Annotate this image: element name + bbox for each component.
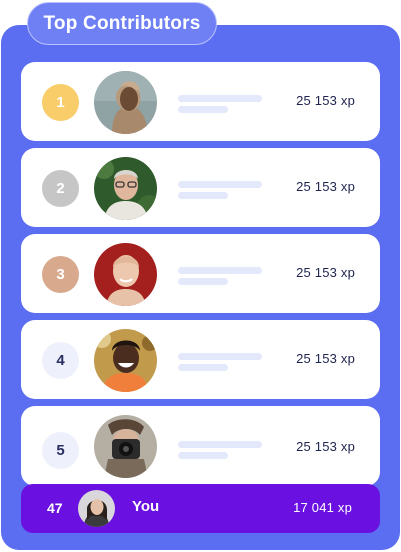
current-user-row[interactable]: 47 You 17 041 xp bbox=[21, 484, 380, 533]
name-placeholder-bar bbox=[178, 95, 262, 102]
rank-badge-gold: 1 bbox=[42, 84, 79, 121]
name-placeholder-bar bbox=[178, 441, 262, 448]
name-placeholder-bar bbox=[178, 181, 262, 188]
leaderboard-title: Top Contributors bbox=[27, 2, 217, 45]
leaderboard-row[interactable]: 3 25 153 xp bbox=[21, 234, 380, 313]
subtitle-placeholder-bar bbox=[178, 364, 228, 371]
user-avatar-icon bbox=[94, 415, 157, 478]
xp-value: 25 153 xp bbox=[296, 265, 355, 280]
subtitle-placeholder-bar bbox=[178, 278, 228, 285]
current-user-xp: 17 041 xp bbox=[293, 500, 352, 515]
leaderboard-row[interactable]: 4 25 153 xp bbox=[21, 320, 380, 399]
rank-badge: 5 bbox=[42, 432, 79, 469]
user-avatar-icon bbox=[78, 490, 115, 527]
name-placeholder-bar bbox=[178, 267, 262, 274]
user-avatar-icon bbox=[94, 329, 157, 392]
top-contributors-widget: Top Contributors 1 25 153 xp 2 25 153 xp… bbox=[0, 0, 401, 552]
xp-value: 25 153 xp bbox=[296, 439, 355, 454]
user-avatar-icon bbox=[94, 243, 157, 306]
subtitle-placeholder-bar bbox=[178, 192, 228, 199]
leaderboard-row[interactable]: 2 25 153 xp bbox=[21, 148, 380, 227]
xp-value: 25 153 xp bbox=[296, 93, 355, 108]
rank-badge-bronze: 3 bbox=[42, 256, 79, 293]
current-user-name: You bbox=[132, 498, 160, 515]
rank-badge: 4 bbox=[42, 342, 79, 379]
user-avatar-icon bbox=[94, 157, 157, 220]
subtitle-placeholder-bar bbox=[178, 452, 228, 459]
subtitle-placeholder-bar bbox=[178, 106, 228, 113]
leaderboard-row[interactable]: 1 25 153 xp bbox=[21, 62, 380, 141]
rank-badge-silver: 2 bbox=[42, 170, 79, 207]
xp-value: 25 153 xp bbox=[296, 179, 355, 194]
leaderboard-row[interactable]: 5 25 153 xp bbox=[21, 406, 380, 486]
user-avatar-icon bbox=[94, 71, 157, 134]
current-user-rank: 47 bbox=[47, 500, 63, 516]
xp-value: 25 153 xp bbox=[296, 351, 355, 366]
name-placeholder-bar bbox=[178, 353, 262, 360]
